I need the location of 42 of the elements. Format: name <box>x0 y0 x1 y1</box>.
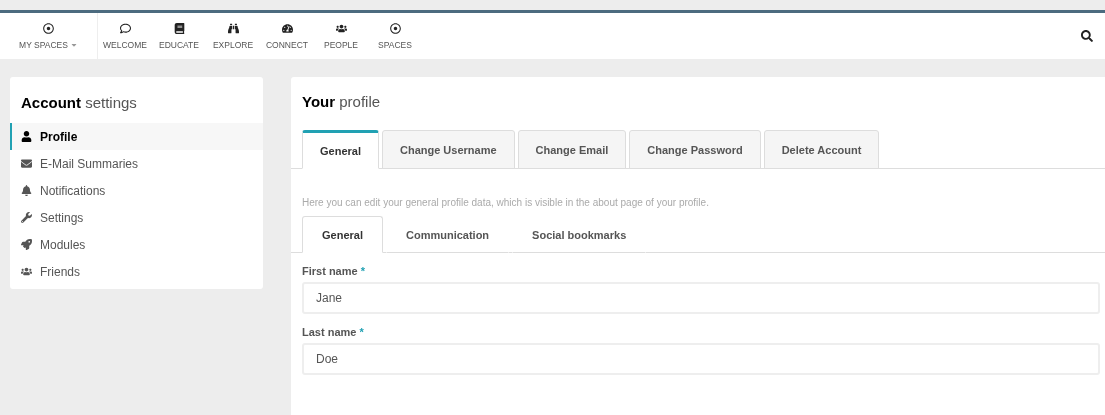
book-icon <box>173 22 185 34</box>
panel-title: Your profile <box>302 93 381 110</box>
tab[interactable]: Change Username <box>381 130 515 169</box>
input-field[interactable]: Jane <box>302 282 1100 314</box>
nav-item[interactable]: MY SPACES <box>0 13 98 59</box>
field-label: Last name <box>302 326 357 338</box>
bell-icon <box>21 185 32 196</box>
sidebar-item[interactable]: Notifications <box>10 177 263 204</box>
tab[interactable]: Change Password <box>629 130 761 169</box>
tab[interactable]: General <box>302 216 383 253</box>
required-mark: * <box>359 326 364 338</box>
tab[interactable]: General <box>302 130 379 169</box>
sidebar-item[interactable]: Settings <box>10 204 263 231</box>
description-text: Here you can edit your general profile data, which is visible in the about page of your profile. <box>302 197 710 208</box>
input-field[interactable]: Doe <box>302 343 1100 375</box>
sidebar-item[interactable]: Modules <box>10 231 263 258</box>
nav-item[interactable]: EXPLORE <box>206 13 260 59</box>
wrench-icon <box>21 212 32 223</box>
group-icon <box>21 266 32 277</box>
panel-title: Account settings <box>21 94 137 111</box>
target-icon <box>389 22 401 34</box>
sidebar-item[interactable]: Profile <box>10 123 263 150</box>
speech-bubble-icon <box>119 22 131 34</box>
group-icon <box>335 22 347 34</box>
nav-item[interactable]: EDUCATE <box>152 13 206 59</box>
search-icon <box>1081 30 1093 42</box>
binoculars-icon <box>227 22 239 34</box>
sidebar-item[interactable]: E-Mail Summaries <box>10 150 263 177</box>
gauge-icon <box>281 22 293 34</box>
envelope-icon <box>21 158 32 169</box>
field-label: First name <box>302 265 358 277</box>
nav-item[interactable]: CONNECT <box>260 13 314 59</box>
nav-item[interactable]: PEOPLE <box>314 13 368 59</box>
rocket-icon <box>21 239 32 250</box>
tab[interactable]: Delete Account <box>763 130 880 169</box>
target-icon <box>43 22 54 34</box>
nav-item[interactable]: WELCOME <box>98 13 152 59</box>
tab[interactable]: Change Email <box>517 130 627 169</box>
required-mark: * <box>360 265 365 277</box>
sidebar-item[interactable]: Friends <box>10 258 263 285</box>
nav-item[interactable]: SPACES <box>368 13 422 59</box>
user-icon <box>21 131 32 142</box>
